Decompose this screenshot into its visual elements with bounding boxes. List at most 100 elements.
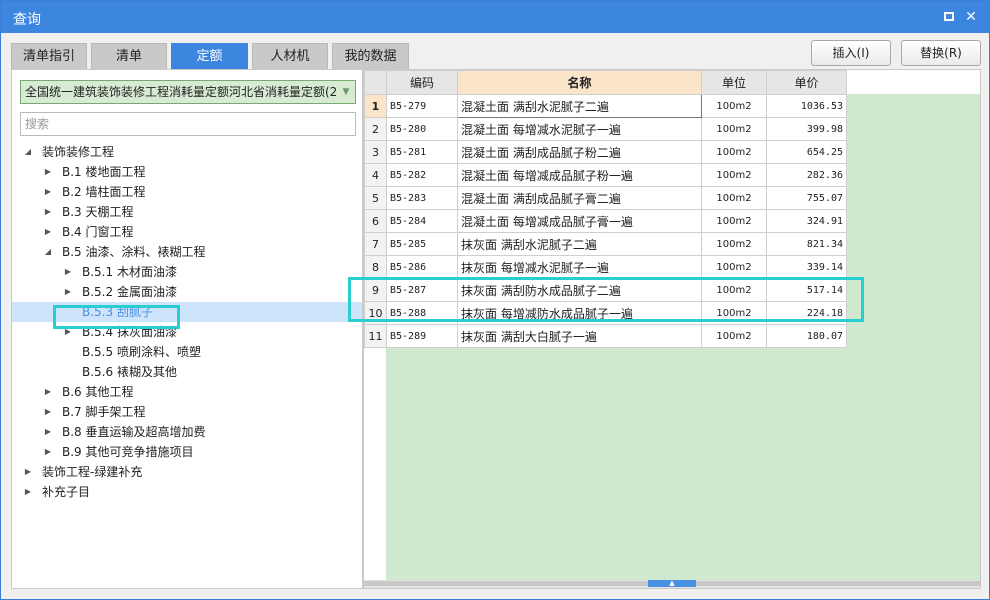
- row-number[interactable]: 7: [364, 232, 387, 256]
- tab-list-guide[interactable]: 清单指引: [11, 43, 87, 69]
- price-cell[interactable]: 517.14: [766, 278, 847, 302]
- price-cell[interactable]: 654.25: [766, 140, 847, 164]
- collapse-handle-icon[interactable]: ▲: [648, 580, 696, 587]
- code-cell[interactable]: B5-279: [386, 94, 458, 118]
- table-row[interactable]: 1 B5-279 混凝土面 满刮水泥腻子二遍 100m2 1036.53: [364, 94, 847, 118]
- unit-column-header[interactable]: 单位: [701, 70, 767, 95]
- library-select[interactable]: 全国统一建筑装饰装修工程消耗量定额河北省消耗量定额(20 ▼: [20, 80, 356, 104]
- table-row[interactable]: 8 B5-286 抹灰面 每增减水泥腻子一遍 100m2 339.14: [364, 255, 847, 279]
- collapsed-arrow-icon[interactable]: ▶: [42, 162, 54, 182]
- tree-item[interactable]: B.5.6 裱糊及其他: [12, 362, 362, 382]
- name-cell[interactable]: 抹灰面 每增减防水成品腻子一遍: [457, 301, 702, 325]
- expanded-arrow-icon[interactable]: ◢: [42, 242, 54, 262]
- name-cell[interactable]: 混凝土面 每增减成品腻子膏一遍: [457, 209, 702, 233]
- tree-item[interactable]: ▶ B.5.4 抹灰面油漆: [12, 322, 362, 342]
- unit-cell[interactable]: 100m2: [701, 209, 767, 233]
- tree-item[interactable]: ◢ 装饰装修工程: [12, 142, 362, 162]
- unit-cell[interactable]: 100m2: [701, 117, 767, 141]
- tree-item[interactable]: ▶ B.6 其他工程: [12, 382, 362, 402]
- title-bar[interactable]: 查询 ✕: [1, 1, 989, 33]
- row-number[interactable]: 3: [364, 140, 387, 164]
- name-cell[interactable]: 抹灰面 每增减水泥腻子一遍: [457, 255, 702, 279]
- price-cell[interactable]: 180.07: [766, 324, 847, 348]
- table-row[interactable]: 6 B5-284 混凝土面 每增减成品腻子膏一遍 100m2 324.91: [364, 209, 847, 233]
- expanded-arrow-icon[interactable]: ◢: [22, 142, 34, 162]
- row-number[interactable]: 1: [364, 94, 387, 118]
- tree-item[interactable]: ▶ B.2 墙柱面工程: [12, 182, 362, 202]
- name-cell[interactable]: 混凝土面 满刮成品腻子膏二遍: [457, 186, 702, 210]
- code-cell[interactable]: B5-281: [386, 140, 458, 164]
- collapsed-arrow-icon[interactable]: ▶: [62, 282, 74, 302]
- unit-cell[interactable]: 100m2: [701, 255, 767, 279]
- horizontal-scrollbar[interactable]: ▲: [364, 580, 980, 588]
- name-column-header[interactable]: 名称: [457, 70, 702, 95]
- table-row[interactable]: 2 B5-280 混凝土面 每增减水泥腻子一遍 100m2 399.98: [364, 117, 847, 141]
- row-number[interactable]: 6: [364, 209, 387, 233]
- insert-button[interactable]: 插入(I): [811, 40, 891, 66]
- row-number[interactable]: 10: [364, 301, 387, 325]
- collapsed-arrow-icon[interactable]: ▶: [42, 182, 54, 202]
- price-column-header[interactable]: 单价: [766, 70, 847, 95]
- table-row[interactable]: 11 B5-289 抹灰面 满刮大白腻子一遍 100m2 180.07: [364, 324, 847, 348]
- tree-item[interactable]: ▶ B.3 天棚工程: [12, 202, 362, 222]
- price-cell[interactable]: 282.36: [766, 163, 847, 187]
- unit-cell[interactable]: 100m2: [701, 324, 767, 348]
- tree-item[interactable]: ▶ 补充子目: [12, 482, 362, 502]
- unit-cell[interactable]: 100m2: [701, 301, 767, 325]
- row-number[interactable]: 9: [364, 278, 387, 302]
- table-row[interactable]: 9 B5-287 抹灰面 满刮防水成品腻子二遍 100m2 517.14: [364, 278, 847, 302]
- unit-cell[interactable]: 100m2: [701, 186, 767, 210]
- name-cell[interactable]: 混凝土面 每增减成品腻子粉一遍: [457, 163, 702, 187]
- tree-item[interactable]: B.5.3 刮腻子: [12, 302, 362, 322]
- code-cell[interactable]: B5-280: [386, 117, 458, 141]
- close-icon[interactable]: ✕: [963, 9, 979, 25]
- collapsed-arrow-icon[interactable]: ▶: [22, 482, 34, 502]
- tree-item[interactable]: ▶ B.8 垂直运输及超高增加费: [12, 422, 362, 442]
- unit-cell[interactable]: 100m2: [701, 278, 767, 302]
- name-cell[interactable]: 抹灰面 满刮水泥腻子二遍: [457, 232, 702, 256]
- table-row[interactable]: 3 B5-281 混凝土面 满刮成品腻子粉二遍 100m2 654.25: [364, 140, 847, 164]
- tab-quota[interactable]: 定额: [171, 43, 248, 69]
- chevron-down-icon[interactable]: ▼: [337, 81, 355, 103]
- tree-item[interactable]: ▶ B.1 楼地面工程: [12, 162, 362, 182]
- code-column-header[interactable]: 编码: [386, 70, 458, 95]
- tree-item[interactable]: ▶ B.9 其他可竞争措施项目: [12, 442, 362, 462]
- tab-labor-material-machine[interactable]: 人材机: [252, 43, 328, 69]
- table-row[interactable]: 10 B5-288 抹灰面 每增减防水成品腻子一遍 100m2 224.18: [364, 301, 847, 325]
- name-cell[interactable]: 抹灰面 满刮大白腻子一遍: [457, 324, 702, 348]
- table-row[interactable]: 4 B5-282 混凝土面 每增减成品腻子粉一遍 100m2 282.36: [364, 163, 847, 187]
- unit-cell[interactable]: 100m2: [701, 140, 767, 164]
- code-cell[interactable]: B5-287: [386, 278, 458, 302]
- tab-my-data[interactable]: 我的数据: [332, 43, 409, 69]
- code-cell[interactable]: B5-282: [386, 163, 458, 187]
- tree-item[interactable]: ◢ B.5 油漆、涂料、裱糊工程: [12, 242, 362, 262]
- price-cell[interactable]: 224.18: [766, 301, 847, 325]
- unit-cell[interactable]: 100m2: [701, 163, 767, 187]
- tree-item[interactable]: ▶ B.5.2 金属面油漆: [12, 282, 362, 302]
- name-cell[interactable]: 混凝土面 满刮成品腻子粉二遍: [457, 140, 702, 164]
- tree-item[interactable]: ▶ 装饰工程-绿建补充: [12, 462, 362, 482]
- unit-cell[interactable]: 100m2: [701, 232, 767, 256]
- collapsed-arrow-icon[interactable]: ▶: [22, 462, 34, 482]
- code-cell[interactable]: B5-284: [386, 209, 458, 233]
- code-cell[interactable]: B5-288: [386, 301, 458, 325]
- collapsed-arrow-icon[interactable]: ▶: [42, 402, 54, 422]
- code-cell[interactable]: B5-289: [386, 324, 458, 348]
- collapsed-arrow-icon[interactable]: ▶: [62, 322, 74, 342]
- price-cell[interactable]: 399.98: [766, 117, 847, 141]
- table-row[interactable]: 7 B5-285 抹灰面 满刮水泥腻子二遍 100m2 821.34: [364, 232, 847, 256]
- name-cell[interactable]: 混凝土面 每增减水泥腻子一遍: [457, 117, 702, 141]
- tree-item[interactable]: ▶ B.7 脚手架工程: [12, 402, 362, 422]
- maximize-icon[interactable]: [941, 9, 957, 25]
- tree-item[interactable]: B.5.5 喷刷涂料、喷塑: [12, 342, 362, 362]
- code-cell[interactable]: B5-285: [386, 232, 458, 256]
- row-number[interactable]: 2: [364, 117, 387, 141]
- name-cell[interactable]: 混凝土面 满刮水泥腻子二遍: [457, 94, 702, 118]
- price-cell[interactable]: 755.07: [766, 186, 847, 210]
- name-cell[interactable]: 抹灰面 满刮防水成品腻子二遍: [457, 278, 702, 302]
- collapsed-arrow-icon[interactable]: ▶: [42, 442, 54, 462]
- price-cell[interactable]: 821.34: [766, 232, 847, 256]
- tab-list[interactable]: 清单: [91, 43, 167, 69]
- search-input[interactable]: [20, 112, 356, 136]
- row-number[interactable]: 8: [364, 255, 387, 279]
